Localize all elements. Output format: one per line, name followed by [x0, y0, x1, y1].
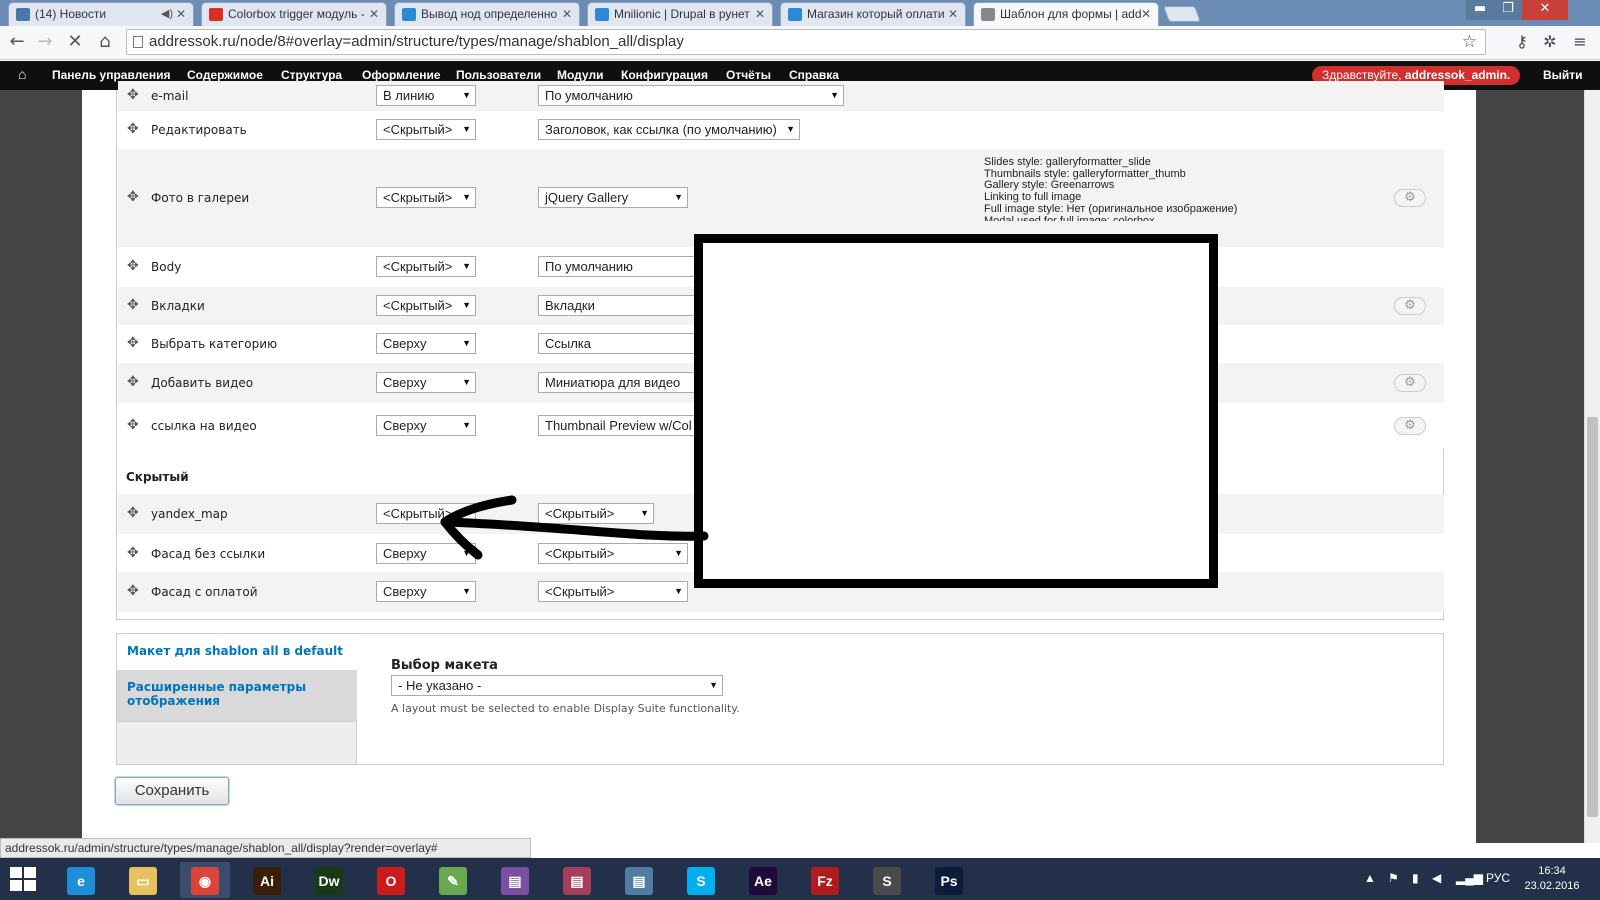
winrar2-icon: ▤: [563, 867, 591, 895]
taskbar-app[interactable]: Dw: [304, 862, 354, 898]
skype-icon: S: [687, 867, 715, 895]
dreamweaver-icon: Dw: [315, 867, 343, 895]
filezilla-icon: Fz: [811, 867, 839, 895]
tray-arrow-icon[interactable]: ▲: [1364, 871, 1376, 885]
windows-taskbar: e ▭ ◉ Ai Dw O ✎ ▤ ▤ ▤ S Ae Fz S Ps ▲ ⚑ ▮ ◀ ▂▄▆ РУС 16:…: [0, 858, 1600, 900]
network-icon[interactable]: ▂▄▆: [1456, 871, 1483, 885]
taskbar-app[interactable]: S: [862, 862, 912, 898]
clock-date: 23.02.2016: [1524, 880, 1580, 892]
annotation-arrow: [440, 495, 709, 560]
taskbar-app[interactable]: S: [676, 862, 726, 898]
winrar3-icon: ▤: [625, 867, 653, 895]
taskbar-app[interactable]: ▤: [490, 862, 540, 898]
taskbar-app[interactable]: ▭: [118, 862, 168, 898]
taskbar-app[interactable]: ◉: [180, 862, 230, 898]
after-effects-icon: Ae: [749, 867, 777, 895]
chrome-icon: ◉: [191, 867, 219, 895]
taskbar-app[interactable]: Ps: [924, 862, 974, 898]
opera-icon: O: [377, 867, 405, 895]
taskbar-app[interactable]: ✎: [428, 862, 478, 898]
taskbar-app[interactable]: ▤: [552, 862, 602, 898]
taskbar-app[interactable]: O: [366, 862, 416, 898]
clock[interactable]: 16:34 23.02.2016: [1512, 864, 1592, 894]
photoshop-icon: Ps: [935, 867, 963, 895]
clock-time: 16:34: [1538, 865, 1566, 877]
sublime-icon: S: [873, 867, 901, 895]
language-indicator[interactable]: РУС: [1486, 871, 1510, 885]
taskbar-app[interactable]: ▤: [614, 862, 664, 898]
taskbar-app[interactable]: Ai: [242, 862, 292, 898]
battery-icon[interactable]: ▮: [1412, 871, 1419, 885]
taskbar-app[interactable]: e: [56, 862, 106, 898]
flag-icon[interactable]: ⚑: [1388, 871, 1399, 885]
taskbar-app[interactable]: Fz: [800, 862, 850, 898]
ie-icon: e: [67, 867, 95, 895]
winrar-icon: ▤: [501, 867, 529, 895]
windows-start-icon[interactable]: [10, 867, 36, 891]
taskbar-app[interactable]: Ae: [738, 862, 788, 898]
volume-icon[interactable]: ◀: [1432, 871, 1441, 885]
illustrator-icon: Ai: [253, 867, 281, 895]
notepad-icon: ✎: [439, 867, 467, 895]
explorer-icon: ▭: [129, 867, 157, 895]
status-bar-url: addressok.ru/admin/structure/types/manag…: [0, 838, 531, 858]
